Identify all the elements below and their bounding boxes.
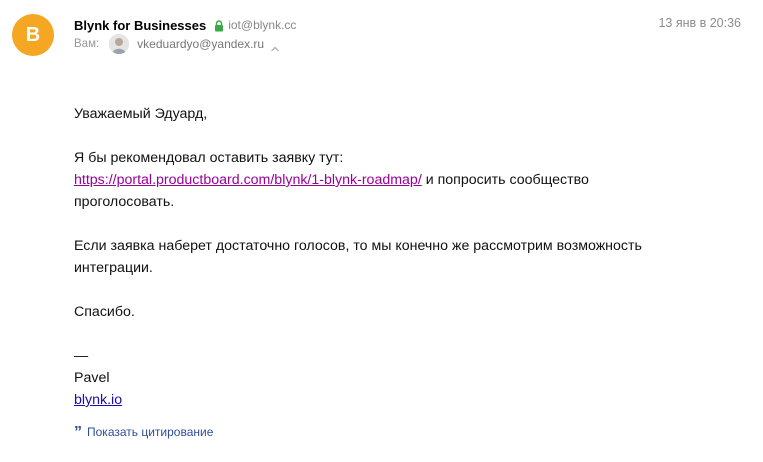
body-line-with-link: https://portal.productboard.com/blynk/1-… xyxy=(74,169,734,191)
greeting: Уважаемый Эдуард, xyxy=(74,106,208,122)
thanks-line: Спасибо. xyxy=(74,304,135,320)
recipient-avatar[interactable] xyxy=(109,34,130,54)
lock-icon xyxy=(214,19,224,32)
recipient-email[interactable]: vkeduardyo@yandex.ru xyxy=(137,37,264,51)
quote-icon: ” xyxy=(74,424,82,441)
body-line: Если заявка наберет достаточно голосов, … xyxy=(74,238,642,254)
sender-email[interactable]: iot@blynk.cc xyxy=(228,18,296,32)
signature-link[interactable]: blynk.io xyxy=(74,392,122,408)
message-date: 13 янв в 20:36 xyxy=(658,16,741,30)
signature-name: Pavel xyxy=(74,370,110,386)
sender-line: Blynk for Businesses iot@blynk.cc xyxy=(74,16,296,34)
sender-name[interactable]: Blynk for Businesses xyxy=(74,18,206,33)
chevron-up-icon[interactable] xyxy=(270,40,280,52)
body-line: Я бы рекомендовал оставить заявку тут: xyxy=(74,150,344,166)
roadmap-link[interactable]: https://portal.productboard.com/blynk/1-… xyxy=(74,172,422,188)
show-quote-label[interactable]: Показать цитирование xyxy=(87,425,213,439)
body-text: и попросить сообщество xyxy=(421,172,589,188)
body-line: проголосовать. xyxy=(74,194,175,210)
signature-dash: — xyxy=(74,348,89,364)
recipient-line: Вам: vkeduardyo@yandex.ru xyxy=(74,34,280,54)
message-body: Уважаемый Эдуард, Я бы рекомендовал оста… xyxy=(74,103,734,411)
body-line: интеграции. xyxy=(74,260,153,276)
to-label: Вам: xyxy=(74,38,100,50)
show-quote-button[interactable]: ” Показать цитирование xyxy=(74,423,213,441)
sender-avatar[interactable]: B xyxy=(12,14,54,56)
